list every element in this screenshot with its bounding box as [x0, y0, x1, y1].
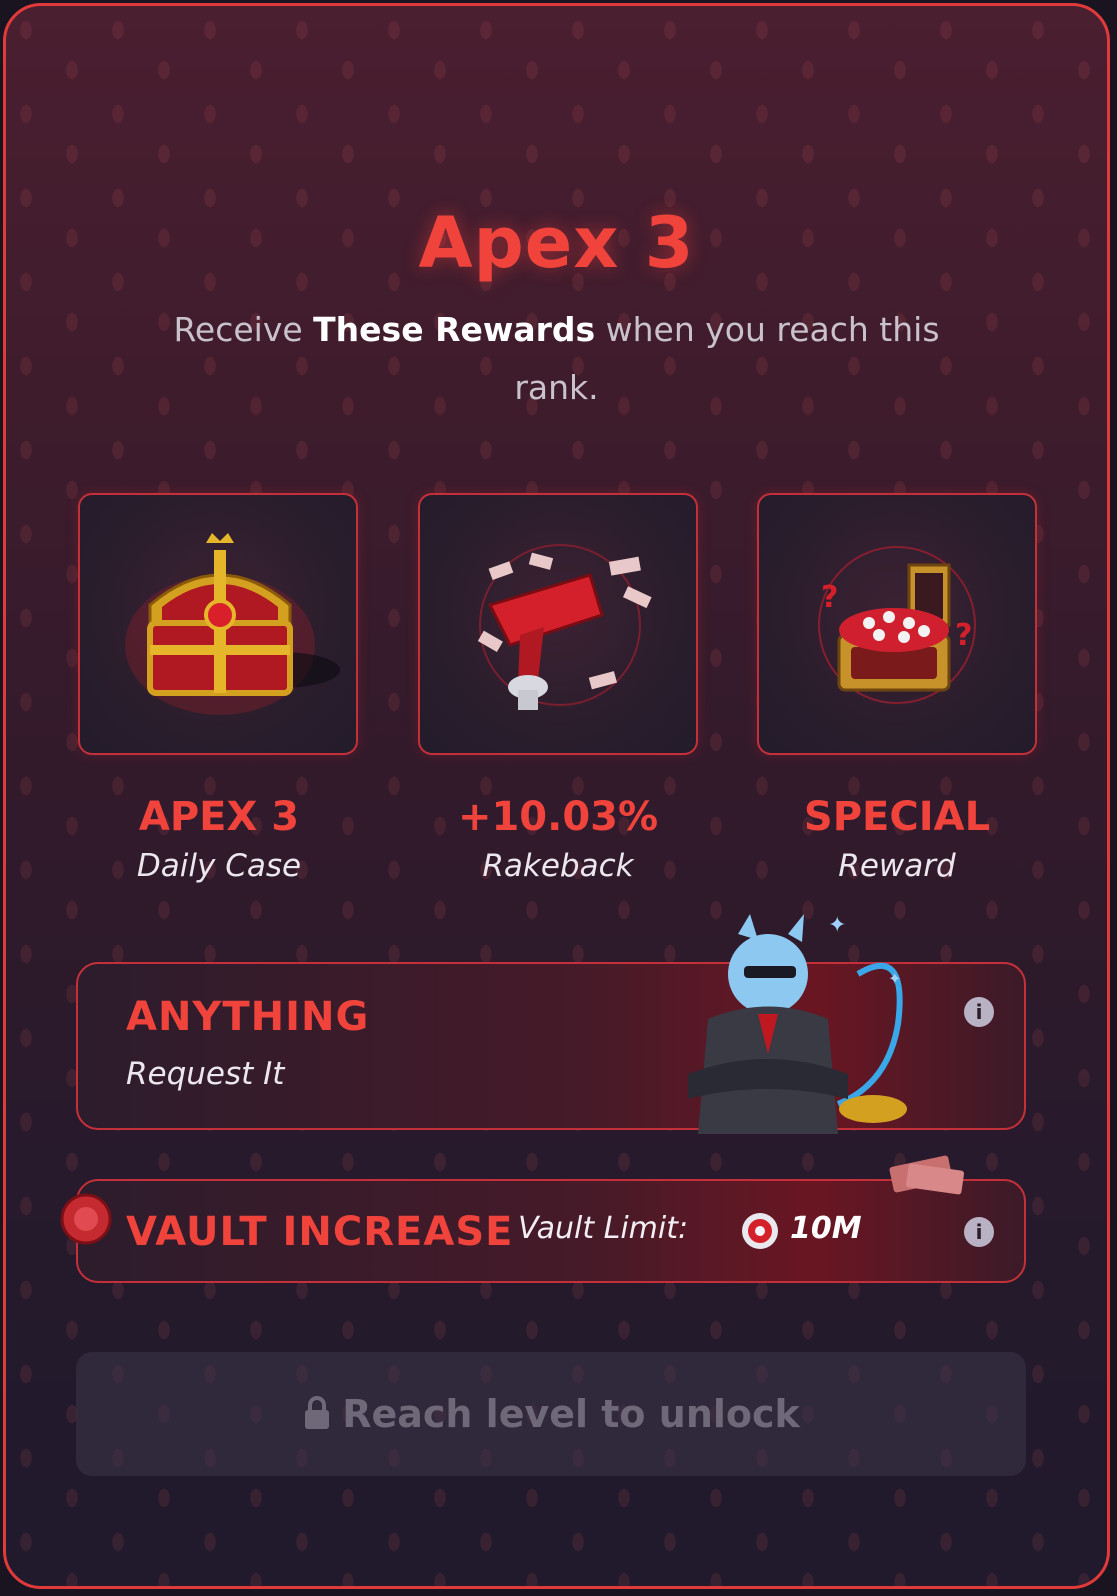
- chip-icon: [60, 1193, 112, 1245]
- treasure-chest-icon: [125, 533, 340, 715]
- cash-icon: [889, 1155, 965, 1195]
- svg-text:✦: ✦: [828, 913, 846, 938]
- reward-subtitle-2: Rakeback: [482, 848, 634, 884]
- unlock-label-row: Reach level to unlock: [76, 1392, 1026, 1436]
- reward-subtitle-1: Daily Case: [136, 848, 302, 884]
- vault-limit-label: Vault Limit:: [518, 1211, 689, 1246]
- unlock-button[interactable]: Reach level to unlock: [76, 1352, 1026, 1476]
- rank-card: Apex 3 Receive These Rewards when you re…: [3, 3, 1110, 1589]
- reward-title-3: SPECIAL: [803, 794, 991, 840]
- lock-icon: [305, 1396, 330, 1429]
- rank-subtitle: Receive These Rewards when you reach thi…: [173, 310, 940, 407]
- reward-tile-daily-case: [78, 493, 358, 755]
- reward-title-2: +10.03%: [457, 794, 659, 840]
- perk-anything: ANYTHING Request It ✦ ✦ i: [76, 913, 1026, 1134]
- perk-vault-title: VAULT INCREASE: [126, 1209, 514, 1255]
- reward-subtitle-3: Reward: [838, 848, 956, 884]
- perk-anything-subtitle: Request It: [126, 1056, 285, 1092]
- svg-text:?: ?: [821, 580, 838, 615]
- mystery-chest-icon: ? ?: [818, 546, 976, 704]
- coin-icon: [742, 1213, 778, 1249]
- reward-title-1: APEX 3: [138, 794, 300, 840]
- reward-tile-special: ? ?: [757, 493, 1037, 755]
- reward-tile-rakeback: [418, 493, 698, 755]
- vault-limit-value: 10M: [790, 1211, 862, 1246]
- info-icon[interactable]: i: [964, 1217, 994, 1247]
- svg-text:✦: ✦: [888, 969, 901, 988]
- rank-title: Apex 3: [418, 202, 695, 284]
- svg-text:?: ?: [955, 618, 972, 653]
- perk-vault: VAULT INCREASE Vault Limit: 10M i: [60, 1155, 1026, 1283]
- info-icon[interactable]: i: [964, 997, 994, 1027]
- money-gun-icon: [477, 544, 652, 710]
- perk-anything-title: ANYTHING: [126, 994, 370, 1040]
- genie-mascot-icon: ✦ ✦: [688, 913, 907, 1134]
- unlock-label: Reach level to unlock: [342, 1392, 800, 1436]
